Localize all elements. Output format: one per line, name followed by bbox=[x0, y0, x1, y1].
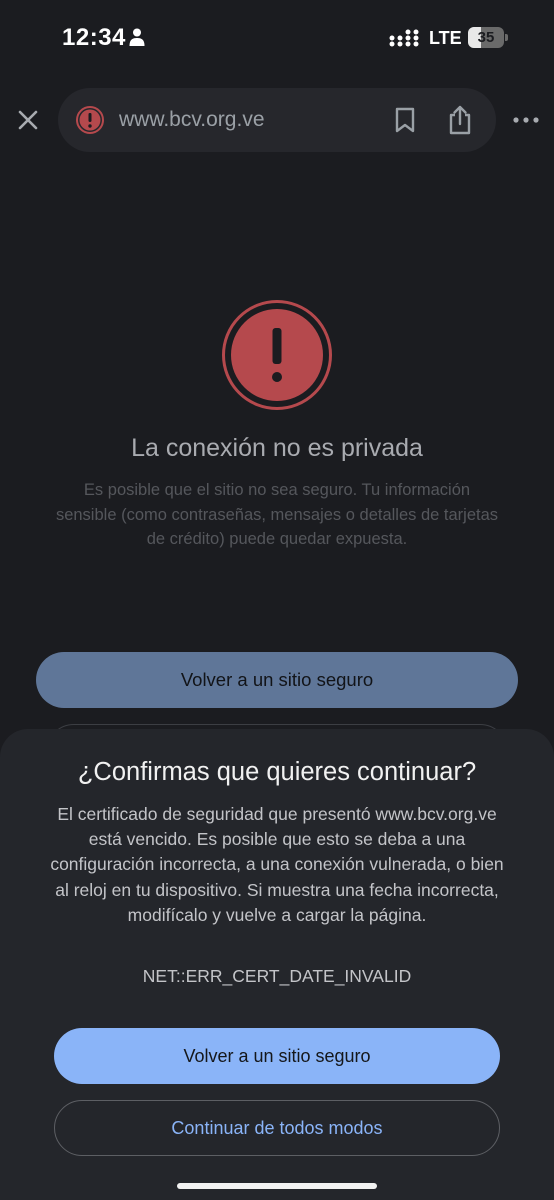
close-button[interactable] bbox=[12, 104, 44, 136]
battery-level: 35 bbox=[477, 29, 495, 46]
address-bar[interactable]: www.bcv.org.ve bbox=[58, 88, 496, 152]
person-icon bbox=[129, 28, 145, 46]
share-icon[interactable] bbox=[446, 104, 474, 136]
warning-icon[interactable] bbox=[76, 106, 104, 134]
browser-screen: 12:34 LTE 35 www.bcv.org.ve La conexión … bbox=[0, 0, 554, 1200]
battery-body: 35 bbox=[468, 27, 504, 48]
continue-anyway-button[interactable]: Continuar de todos modos bbox=[54, 1100, 500, 1156]
home-indicator[interactable] bbox=[177, 1183, 377, 1189]
bookmark-icon[interactable] bbox=[392, 106, 418, 134]
close-icon bbox=[18, 110, 38, 130]
dialog-description: El certificado de seguridad que presentó… bbox=[50, 804, 504, 925]
url-text[interactable]: www.bcv.org.ve bbox=[119, 108, 265, 132]
error-title: La conexión no es privada bbox=[131, 434, 423, 462]
more-icon[interactable] bbox=[512, 110, 540, 130]
network-type: LTE bbox=[429, 28, 462, 48]
status-time: 12:34 bbox=[62, 24, 126, 51]
back-to-safety-button[interactable]: Volver a un sitio seguro bbox=[54, 1028, 500, 1084]
status-bar: 12:34 LTE 35 bbox=[0, 0, 554, 76]
error-code: NET::ERR_CERT_DATE_INVALID bbox=[142, 966, 412, 986]
confirm-dialog: ¿Confirmas que quieres continuar? El cer… bbox=[0, 729, 554, 1200]
dialog-title: ¿Confirmas que quieres continuar? bbox=[77, 758, 477, 786]
error-description: Es posible que el sitio no sea seguro. T… bbox=[55, 481, 499, 548]
error-icon bbox=[222, 300, 332, 410]
signal-icon bbox=[389, 29, 419, 47]
battery-icon: 35 bbox=[468, 27, 508, 48]
battery-cap bbox=[505, 34, 508, 41]
back-to-safety-button-background: Volver a un sitio seguro bbox=[36, 652, 518, 708]
